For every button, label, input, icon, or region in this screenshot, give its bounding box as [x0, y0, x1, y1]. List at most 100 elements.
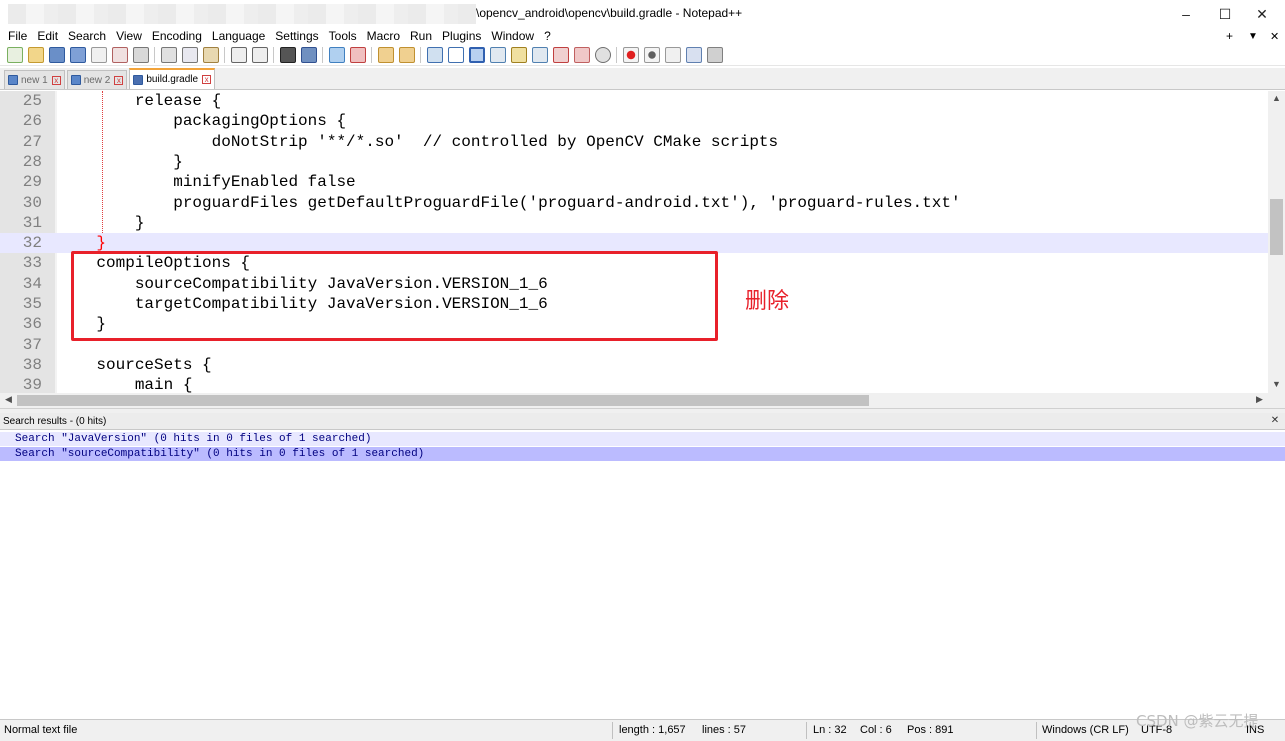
tab-label: new 2 — [83, 74, 111, 86]
vertical-scrollbar[interactable]: ▲ ▼ — [1268, 91, 1285, 393]
vertical-scroll-thumb[interactable] — [1270, 199, 1283, 255]
paste-icon[interactable] — [202, 46, 219, 63]
code-editor[interactable]: 25 release {26 packagingOptions {27 doNo… — [0, 91, 1268, 393]
tab-new-2[interactable]: new 2 x — [66, 70, 128, 89]
tab-close-icon[interactable]: x — [51, 75, 61, 85]
menu-bar: File Edit Search View Encoding Language … — [0, 28, 1285, 44]
menu-encoding[interactable]: Encoding — [148, 29, 208, 43]
menu-run[interactable]: Run — [406, 29, 438, 43]
search-result-item[interactable]: Search "sourceCompatibility" (0 hits in … — [0, 447, 1285, 461]
replace-icon[interactable] — [300, 46, 317, 63]
find-icon[interactable] — [279, 46, 296, 63]
cut-icon[interactable] — [160, 46, 177, 63]
print-icon[interactable] — [132, 46, 149, 63]
close-panel-icon[interactable]: ✕ — [1269, 414, 1281, 427]
undo-icon[interactable] — [230, 46, 247, 63]
code-text: proguardFiles getDefaultProguardFile('pr… — [58, 193, 961, 212]
toolbar-separator — [273, 46, 274, 63]
close-all-icon[interactable] — [111, 46, 128, 63]
zoom-out-icon[interactable] — [349, 46, 366, 63]
new-file-icon[interactable] — [6, 46, 23, 63]
menu-settings[interactable]: Settings — [271, 29, 324, 43]
line-number: 29 — [22, 173, 42, 192]
status-length: length : 1,657 — [619, 724, 686, 736]
show-all-chars-icon[interactable] — [447, 46, 464, 63]
menu-file[interactable]: File — [4, 29, 33, 43]
code-line[interactable]: 26 packagingOptions { — [0, 111, 1268, 131]
code-line[interactable]: 31 } — [0, 213, 1268, 233]
code-line[interactable]: 38 sourceSets { — [0, 355, 1268, 375]
doc-plus-button[interactable]: + — [1226, 28, 1233, 44]
tab-bar: new 1 x new 2 x build.gradle x — [0, 68, 1285, 90]
doc-close-button[interactable]: ✕ — [1270, 28, 1279, 44]
tab-build-gradle[interactable]: build.gradle x — [129, 68, 216, 89]
indent-guide-icon[interactable] — [468, 46, 485, 63]
code-line[interactable]: 30 proguardFiles getDefaultProguardFile(… — [0, 193, 1268, 213]
menu-help[interactable]: ? — [540, 29, 557, 43]
code-line[interactable]: 28 } — [0, 152, 1268, 172]
code-text: minifyEnabled false — [58, 173, 356, 192]
record-macro-icon[interactable] — [622, 46, 639, 63]
code-line[interactable]: 39 main { — [0, 375, 1268, 393]
tab-label: new 1 — [21, 74, 48, 86]
open-folder-icon[interactable] — [27, 46, 44, 63]
status-lines: lines : 57 — [702, 724, 747, 736]
menu-search[interactable]: Search — [64, 29, 112, 43]
close-button[interactable]: ✕ — [1239, 0, 1285, 28]
search-result-item[interactable]: Search "JavaVersion" (0 hits in 0 files … — [0, 432, 1285, 446]
monitoring-icon[interactable] — [573, 46, 590, 63]
line-number: 35 — [22, 295, 42, 313]
status-column: Col : 6 — [860, 724, 892, 736]
line-number: 39 — [22, 376, 42, 393]
line-number: 31 — [22, 213, 42, 232]
menu-macro[interactable]: Macro — [363, 29, 406, 43]
code-line[interactable]: 29 minifyEnabled false — [0, 172, 1268, 192]
stop-macro-icon[interactable] — [643, 46, 660, 63]
menu-view[interactable]: View — [112, 29, 148, 43]
saved-file-icon — [70, 75, 81, 85]
redo-icon[interactable] — [251, 46, 268, 63]
tab-close-icon[interactable]: x — [114, 75, 124, 85]
zoom-in-icon[interactable] — [328, 46, 345, 63]
code-text: doNotStrip '**/*.so' // controlled by Op… — [58, 132, 779, 151]
folder-workspace-icon[interactable] — [552, 46, 569, 63]
run-macro-multiple-icon[interactable] — [685, 46, 702, 63]
toolbar-separator — [420, 46, 421, 63]
menu-language[interactable]: Language — [208, 29, 271, 43]
eye-icon[interactable] — [594, 46, 611, 63]
doc-list-icon[interactable] — [510, 46, 527, 63]
horizontal-scroll-thumb[interactable] — [17, 395, 869, 406]
tab-new-1[interactable]: new 1 x — [4, 70, 65, 89]
sync-horizontal-icon[interactable] — [398, 46, 415, 63]
toolbar-separator — [224, 46, 225, 63]
save-all-icon[interactable] — [69, 46, 86, 63]
scroll-up-icon[interactable]: ▲ — [1268, 93, 1285, 103]
line-number: 32 — [22, 234, 42, 253]
save-icon[interactable] — [48, 46, 65, 63]
play-macro-icon[interactable] — [664, 46, 681, 63]
horizontal-scrollbar[interactable]: ◀ ▶ — [0, 393, 1268, 408]
word-wrap-icon[interactable] — [426, 46, 443, 63]
scroll-down-icon[interactable]: ▼ — [1268, 379, 1285, 389]
tab-close-icon[interactable]: x — [202, 75, 212, 84]
close-file-icon[interactable] — [90, 46, 107, 63]
save-macro-icon[interactable] — [706, 46, 723, 63]
doc-map-icon[interactable] — [489, 46, 506, 63]
menu-tools[interactable]: Tools — [325, 29, 363, 43]
window-title: \opencv_android\opencv\build.gradle - No… — [476, 6, 743, 20]
copy-icon[interactable] — [181, 46, 198, 63]
menu-plugins[interactable]: Plugins — [438, 29, 487, 43]
sync-vertical-icon[interactable] — [377, 46, 394, 63]
scroll-right-icon[interactable]: ▶ — [1251, 394, 1268, 405]
scroll-left-icon[interactable]: ◀ — [0, 394, 17, 405]
doc-list-button[interactable]: ▼ — [1248, 28, 1258, 44]
code-line[interactable]: 27 doNotStrip '**/*.so' // controlled by… — [0, 132, 1268, 152]
menu-edit[interactable]: Edit — [33, 29, 64, 43]
code-line[interactable]: 25 release { — [0, 91, 1268, 111]
search-results-list[interactable]: Search "JavaVersion" (0 hits in 0 files … — [0, 431, 1285, 718]
search-results-header: Search results - (0 hits) ✕ — [0, 413, 1285, 430]
function-list-icon[interactable] — [531, 46, 548, 63]
status-bar: Normal text file length : 1,657 lines : … — [0, 719, 1285, 741]
menu-window[interactable]: Window — [487, 29, 540, 43]
toolbar-separator — [371, 46, 372, 63]
